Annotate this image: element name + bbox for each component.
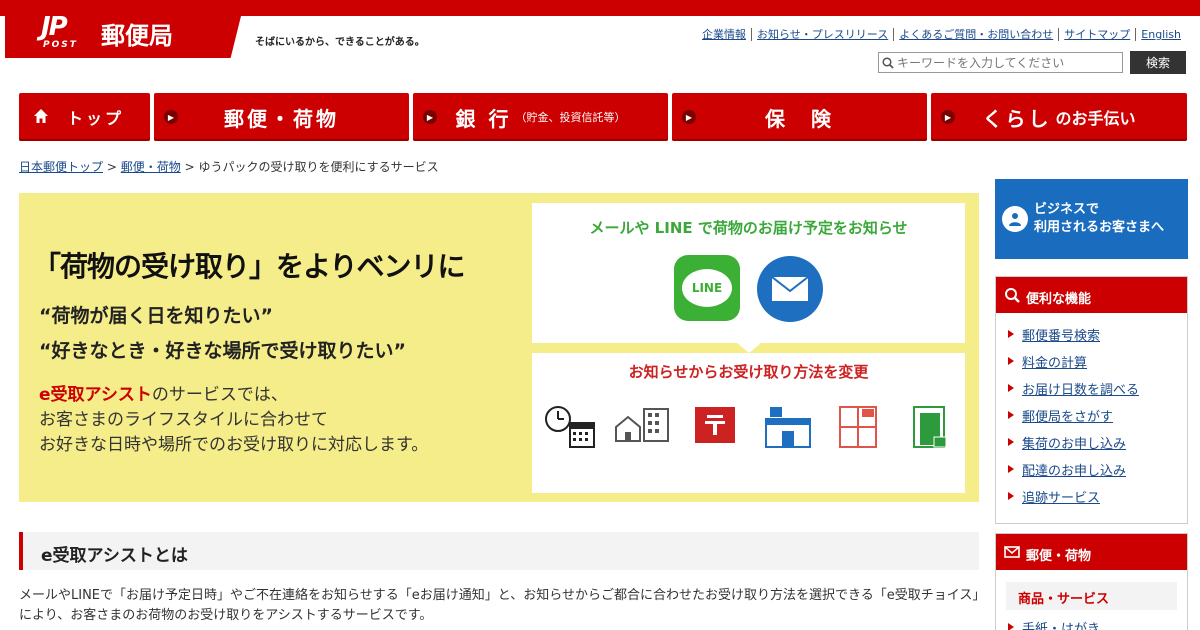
nav-life-sub: のお手伝い: [1055, 109, 1136, 128]
logo-text: 郵便局: [101, 22, 173, 50]
receive-options: [540, 405, 960, 465]
home-icon: [33, 108, 49, 128]
door-delivery-icon: [910, 405, 950, 453]
home-office-icon: [614, 405, 672, 449]
mail-list: 手紙・はがき: [996, 610, 1187, 630]
down-arrow-icon: [737, 343, 761, 353]
link-corporate[interactable]: 企業情報: [697, 28, 751, 41]
nav-bank[interactable]: ▶ 銀 行（貯金、投資信託等）: [413, 93, 668, 141]
list-item: 追跡サービス: [1004, 487, 1187, 514]
link-find-office[interactable]: 郵便局をさがす: [1022, 410, 1113, 425]
search-button[interactable]: 検索: [1130, 51, 1186, 74]
jp-post-logo-mark: JP POST: [41, 12, 78, 50]
locker-icon: [838, 405, 878, 453]
nav-home[interactable]: トップ: [19, 93, 150, 141]
link-postal-code[interactable]: 郵便番号検索: [1022, 329, 1100, 344]
link-faq[interactable]: よくあるご質問・お問い合わせ: [893, 28, 1058, 41]
logo[interactable]: JP POST 郵便局: [5, 0, 245, 58]
list-item: 集荷のお申し込み: [1004, 433, 1187, 460]
nav-mail[interactable]: ▶ 郵便・荷物: [154, 93, 409, 141]
nav-insurance-label: 保 険: [765, 106, 834, 131]
nav-home-label: トップ: [66, 109, 124, 128]
chevron-right-icon: ▶: [423, 110, 437, 124]
hero-banner: 「荷物の受け取り」をよりベンリに “荷物が届く日を知りたい” “好きなとき・好き…: [19, 193, 979, 502]
breadcrumb-mail[interactable]: 郵便・荷物: [121, 160, 181, 174]
link-tracking[interactable]: 追跡サービス: [1022, 491, 1100, 506]
breadcrumb: 日本郵便トップ > 郵便・荷物 > ゆうパックの受け取りを便利にするサービス: [19, 160, 439, 174]
mail-icon: [757, 256, 823, 322]
chevron-right-icon: ▶: [682, 110, 696, 124]
list-item: 手紙・はがき: [1004, 618, 1187, 630]
link-sitemap[interactable]: サイトマップ: [1058, 28, 1135, 41]
features-list: 郵便番号検索 料金の計算 お届け日数を調べる 郵便局をさがす 集荷のお申し込み …: [996, 313, 1187, 514]
nav-bank-sub: （貯金、投資信託等）: [515, 111, 626, 124]
list-item: 配達のお申し込み: [1004, 460, 1187, 487]
search-icon: [879, 54, 897, 72]
business-banner-text: ビジネスで 利用されるお客さまへ: [1034, 202, 1165, 235]
service-name: e受取アシスト: [39, 385, 152, 405]
link-delivery-days[interactable]: お届け日数を調べる: [1022, 383, 1139, 398]
link-delivery-request[interactable]: 配達のお申し込み: [1022, 464, 1126, 479]
features-header: 便利な機能: [996, 277, 1187, 313]
section-title: e受取アシストとは: [41, 546, 188, 566]
mail-subheader: 商品・サービス: [1006, 582, 1177, 610]
features-box: 便利な機能 郵便番号検索 料金の計算 お届け日数を調べる 郵便局をさがす 集荷の…: [995, 276, 1188, 524]
hero-description: e受取アシストのサービスでは、 お客さまのライフスタイルに合わせて お好きな日時…: [39, 385, 429, 455]
post-office-icon: [693, 405, 737, 449]
notify-panel: メールや LINE で荷物のお届け予定をお知らせ LINE: [532, 203, 965, 353]
breadcrumb-top[interactable]: 日本郵便トップ: [19, 160, 103, 174]
tagline: そばにいるから、できることがある。: [255, 37, 425, 48]
list-item: 料金の計算: [1004, 352, 1187, 379]
link-pickup[interactable]: 集荷のお申し込み: [1022, 437, 1126, 452]
receive-panel-title: お知らせからお受け取り方法を変更: [628, 363, 869, 381]
link-news[interactable]: お知らせ・プレスリリース: [751, 28, 893, 41]
nav-life-label: くらし: [982, 106, 1052, 131]
list-item: お届け日数を調べる: [1004, 379, 1187, 406]
mail-box: 郵便・荷物 商品・サービス 手紙・はがき: [995, 533, 1188, 630]
section-header: e受取アシストとは: [19, 532, 979, 570]
utility-links: 企業情報 お知らせ・プレスリリース よくあるご質問・お問い合わせ サイトマップ …: [697, 28, 1186, 41]
hero-quote-1: “荷物が届く日を知りたい”: [39, 305, 273, 327]
receive-panel: お知らせからお受け取り方法を変更: [532, 353, 965, 493]
link-english[interactable]: English: [1135, 28, 1186, 41]
envelope-icon: [1004, 544, 1020, 564]
search-icon: [1004, 287, 1020, 307]
hero-title: 「荷物の受け取り」をよりベンリに: [33, 250, 465, 283]
business-banner[interactable]: ビジネスで 利用されるお客さまへ: [995, 179, 1188, 259]
mail-header: 郵便・荷物: [996, 534, 1187, 570]
nav-bank-label: 銀 行: [455, 106, 512, 131]
list-item: 郵便局をさがす: [1004, 406, 1187, 433]
search-input[interactable]: [897, 55, 1117, 70]
global-nav: トップ ▶ 郵便・荷物 ▶ 銀 行（貯金、投資信託等） ▶ 保 険 ▶ くらしの…: [19, 93, 1187, 141]
clock-calendar-icon: [544, 405, 596, 455]
hero-quote-2: “好きなとき・好きな場所で受け取りたい”: [39, 340, 406, 362]
business-person-icon: [1002, 206, 1028, 232]
convenience-store-icon: [764, 405, 812, 453]
chevron-right-icon: ▶: [941, 110, 955, 124]
nav-insurance[interactable]: ▶ 保 険: [672, 93, 927, 141]
link-letters[interactable]: 手紙・はがき: [1022, 622, 1100, 630]
line-icon: LINE: [674, 255, 740, 321]
nav-mail-label: 郵便・荷物: [224, 106, 339, 131]
nav-life[interactable]: ▶ くらし のお手伝い: [931, 93, 1187, 141]
notify-panel-title: メールや LINE で荷物のお届け予定をお知らせ: [589, 219, 908, 237]
section-body: メールやLINEで「お届け予定日時」やご不在連絡をお知らせする「eお届け通知」と…: [19, 588, 979, 623]
breadcrumb-current: ゆうパックの受け取りを便利にするサービス: [198, 160, 439, 174]
list-item: 郵便番号検索: [1004, 325, 1187, 352]
chevron-right-icon: ▶: [164, 110, 178, 124]
link-fee-calc[interactable]: 料金の計算: [1022, 356, 1087, 371]
search-box: [878, 52, 1123, 73]
